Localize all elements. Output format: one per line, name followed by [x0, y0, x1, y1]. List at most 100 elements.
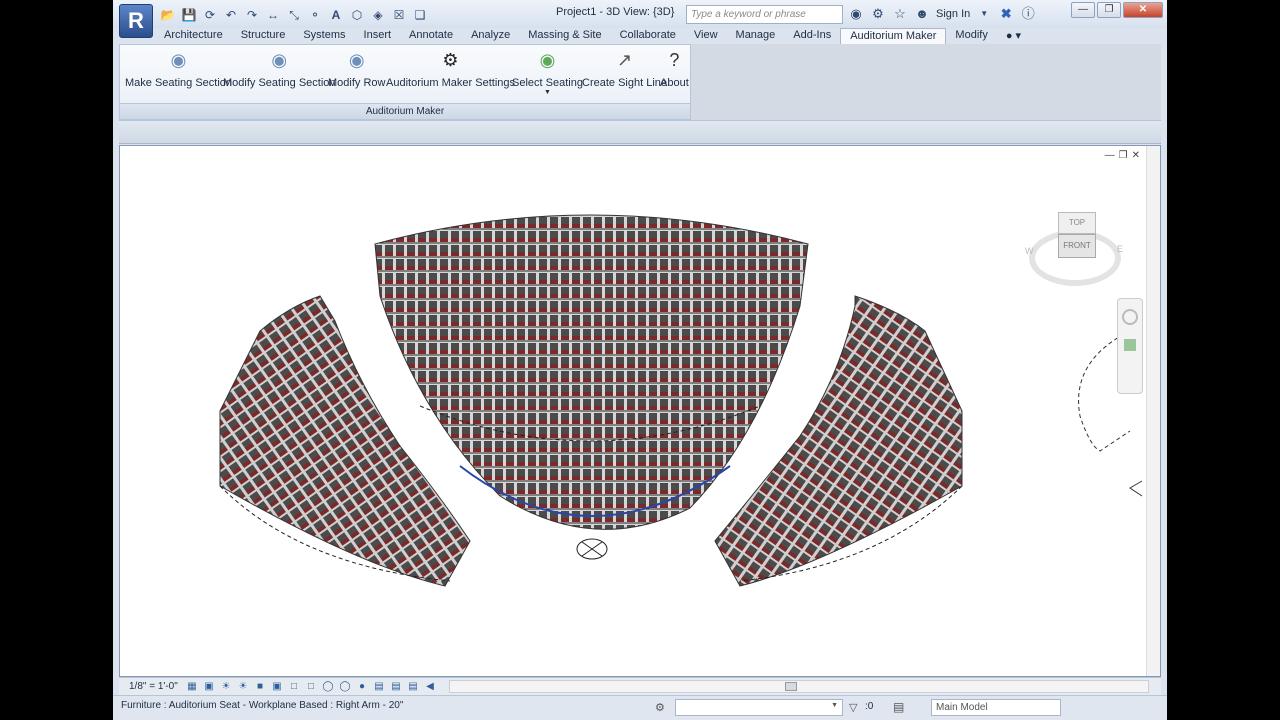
ribbon-minimize-icon[interactable]: ● ▾ [997, 28, 1030, 45]
viewcube-front[interactable]: FRONT [1058, 234, 1096, 258]
binoculars-icon[interactable]: ◉ [848, 6, 864, 22]
view-control-icons: ▦ ▣ ☀ ☀ ■ ▣ □ □ ◯ ◯ ● ▤ ▤ ▤ ◀ [185, 680, 437, 693]
sight-line-icon: ↗ [616, 50, 633, 70]
switch-windows-icon[interactable]: ❏ [411, 6, 429, 24]
temporary-hide-icon[interactable]: ◯ [321, 680, 335, 693]
lock-view-icon[interactable]: ▣ [270, 680, 284, 693]
tab-add-ins[interactable]: Add-Ins [784, 28, 840, 45]
horizontal-scroll-thumb[interactable] [785, 682, 797, 691]
highlight-icon[interactable]: ▤ [406, 680, 420, 693]
measure-icon[interactable]: ↔ [264, 6, 282, 24]
make-seating-section-button[interactable]: ◉ Make Seating Section [125, 49, 232, 89]
sync-icon[interactable]: ⟳ [201, 6, 219, 24]
shadows-icon[interactable]: ☀ [236, 680, 250, 693]
tag-icon[interactable]: ⚬ [306, 6, 324, 24]
view-scale[interactable]: 1/8" = 1'-0" [129, 681, 178, 692]
3d-view-icon[interactable]: ⬡ [348, 6, 366, 24]
tab-collaborate[interactable]: Collaborate [611, 28, 685, 45]
viewcube-top[interactable]: TOP [1058, 212, 1096, 234]
modify-row-icon: ◉ [348, 50, 365, 70]
create-sight-line-button[interactable]: ↗ Create Sight Line [582, 49, 667, 89]
modify-row-button[interactable]: ◉ Modify Row [328, 49, 385, 89]
3d-viewport[interactable]: — ❐ ✕ TOP FRONT W E [119, 145, 1161, 677]
navigation-bar [1117, 298, 1143, 394]
redo-icon[interactable]: ↷ [243, 6, 261, 24]
center-seating-section [374, 214, 809, 530]
ribbon-tabs: Architecture Structure Systems Insert An… [113, 28, 1167, 45]
worksets-icon[interactable]: ⚙ [655, 701, 665, 714]
collapse-icon[interactable]: ◀ [423, 680, 437, 693]
workset-selector[interactable]: ▼ [675, 699, 843, 716]
viewcube-east[interactable]: E [1117, 244, 1123, 254]
close-hidden-icon[interactable]: ☒ [390, 6, 408, 24]
steering-wheel-icon[interactable] [1122, 309, 1138, 325]
status-bar: Furniture : Auditorium Seat - Workplane … [113, 695, 1167, 720]
focal-point-marker [576, 538, 608, 560]
ribbon-empty-area [691, 44, 1161, 120]
help-icon[interactable]: ⓘ [1020, 6, 1036, 22]
chevron-down-icon[interactable]: ▼ [976, 6, 992, 22]
crop-view-icon[interactable]: □ [287, 680, 301, 693]
open-icon[interactable]: 📂 [159, 6, 177, 24]
horizontal-scrollbar[interactable] [449, 680, 1149, 693]
tab-analyze[interactable]: Analyze [462, 28, 519, 45]
auditorium-maker-panel: ◉ Make Seating Section ◉ Modify Seating … [119, 44, 691, 120]
modify-seating-section-button[interactable]: ◉ Modify Seating Section [223, 49, 336, 89]
search-input[interactable]: Type a keyword or phrase [686, 5, 843, 24]
vertical-scrollbar[interactable] [1146, 146, 1160, 676]
exchange-icon[interactable]: ✖ [998, 6, 1014, 22]
tab-view[interactable]: View [685, 28, 727, 45]
viewcube[interactable]: TOP FRONT W E [1025, 208, 1125, 290]
zoom-icon[interactable] [1124, 339, 1136, 351]
options-bar [119, 120, 1161, 144]
tab-manage[interactable]: Manage [727, 28, 785, 45]
dimension-icon[interactable]: ⤡ [285, 6, 303, 24]
view-control-bar: 1/8" = 1'-0" ▦ ▣ ☀ ☀ ■ ▣ □ □ ◯ ◯ ● ▤ ▤ ▤… [119, 677, 1161, 695]
application-menu-button[interactable]: R [119, 4, 153, 38]
viewcube-west[interactable]: W [1025, 246, 1034, 256]
visual-style-icon[interactable]: ▣ [202, 680, 216, 693]
constraints-icon[interactable]: ▤ [372, 680, 386, 693]
status-text: Furniture : Auditorium Seat - Workplane … [121, 700, 404, 711]
select-seating-button[interactable]: ◉ Select Seating ▼ [512, 49, 583, 96]
about-button[interactable]: ? About [660, 49, 689, 89]
design-options-icon[interactable]: ▤ [893, 700, 904, 714]
modify-section-icon: ◉ [271, 50, 288, 70]
revit-window: R 📂 💾 ⟳ ↶ ↷ ↔ ⤡ ⚬ A ⬡ ◈ ☒ ❏ Project1 - 3… [113, 0, 1167, 720]
sun-path-icon[interactable]: ☀ [219, 680, 233, 693]
render-icon[interactable]: ■ [253, 680, 267, 693]
sign-in-link[interactable]: Sign In [936, 8, 970, 20]
tab-modify[interactable]: Modify [946, 28, 996, 45]
save-icon[interactable]: 💾 [180, 6, 198, 24]
close-button[interactable]: ✕ [1123, 2, 1163, 18]
design-option-selector[interactable]: Main Model [931, 699, 1061, 716]
tab-massing-site[interactable]: Massing & Site [519, 28, 610, 45]
settings-gear-icon: ⚙ [442, 50, 459, 70]
undo-icon[interactable]: ↶ [222, 6, 240, 24]
auditorium-maker-settings-button[interactable]: ⚙ Auditorium Maker Settings [386, 49, 515, 89]
selection-count: :0 [865, 701, 874, 712]
panel-title: Auditorium Maker [120, 103, 690, 119]
text-icon[interactable]: A [327, 6, 345, 24]
section-icon[interactable]: ◈ [369, 6, 387, 24]
show-crop-icon[interactable]: □ [304, 680, 318, 693]
tab-systems[interactable]: Systems [294, 28, 354, 45]
star-icon[interactable]: ☆ [892, 6, 908, 22]
tab-structure[interactable]: Structure [232, 28, 295, 45]
tab-architecture[interactable]: Architecture [155, 28, 232, 45]
auditorium-model [219, 214, 1143, 587]
worksharing-icon[interactable]: ● [355, 680, 369, 693]
tab-insert[interactable]: Insert [355, 28, 401, 45]
select-seating-icon: ◉ [539, 50, 556, 70]
analytical-model-icon[interactable]: ▤ [389, 680, 403, 693]
tab-annotate[interactable]: Annotate [400, 28, 462, 45]
filter-icon[interactable]: ▽ [849, 701, 857, 714]
tab-auditorium-maker[interactable]: Auditorium Maker [840, 28, 947, 45]
subscription-icon[interactable]: ⚙ [870, 6, 886, 22]
about-icon: ? [669, 50, 680, 70]
reveal-hidden-icon[interactable]: ◯ [338, 680, 352, 693]
detail-level-icon[interactable]: ▦ [185, 680, 199, 693]
minimize-button[interactable]: — [1071, 2, 1095, 18]
user-icon[interactable]: ☻ [914, 6, 930, 22]
restore-button[interactable]: ❐ [1097, 2, 1121, 18]
